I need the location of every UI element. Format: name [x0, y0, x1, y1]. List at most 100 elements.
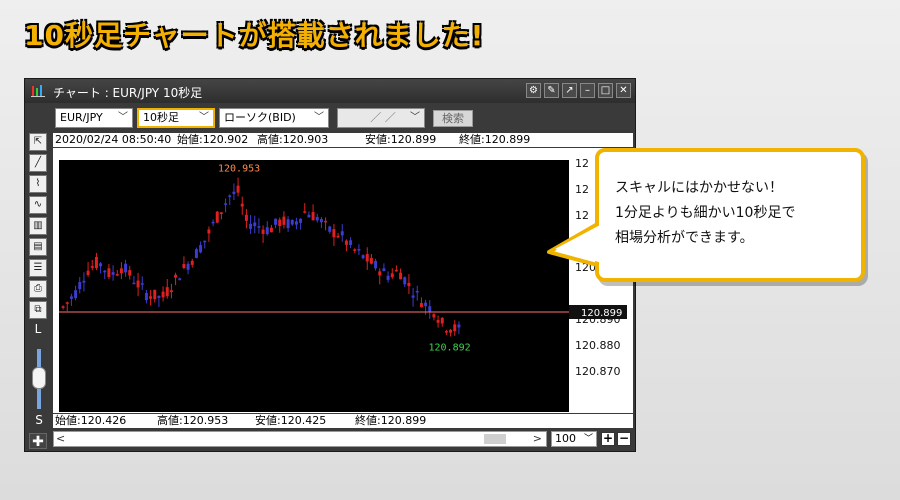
search-button[interactable]: 検索 [433, 110, 473, 127]
candle-body [269, 227, 273, 233]
candle-body [178, 278, 182, 281]
candle-body [332, 229, 336, 238]
candle-body [149, 296, 153, 299]
candle-body [415, 290, 419, 293]
candle-body [386, 275, 390, 280]
candle-body [199, 245, 203, 253]
candle-body [299, 218, 303, 223]
scroll-right-icon[interactable]: > [533, 432, 542, 446]
candle-body [311, 212, 315, 221]
chart-type-select[interactable]: ローソク(BID) ﹀ [219, 108, 329, 128]
title-bar[interactable]: チャート : EUR/JPY 10秒足 ⚙ ✎ ↗ – □ ✕ [25, 79, 635, 103]
zoom-in-button[interactable]: + [601, 432, 615, 446]
gear-icon[interactable]: ⚙ [526, 83, 541, 98]
candle-body [144, 292, 148, 301]
candle-body [436, 320, 440, 323]
candle-body [257, 226, 261, 228]
candle-body [111, 272, 115, 275]
candle-body [136, 280, 140, 288]
zoom-select[interactable]: 100 ﹀ [551, 431, 597, 447]
palette-icon[interactable]: ✎ [544, 83, 559, 98]
zoom-slider[interactable] [32, 349, 46, 409]
candle-body [336, 235, 340, 238]
timeframe-select[interactable]: 10秒足 ﹀ [137, 108, 215, 128]
candle-body [307, 214, 311, 218]
info-datetime: 2020/02/24 08:50:40 [55, 133, 172, 146]
candle-body [286, 219, 290, 229]
oscillator-icon[interactable]: ∿ [29, 196, 47, 214]
candle-body [169, 290, 173, 293]
ohlc-info-bottom: 始値:120.426 高値:120.953 安値:120.425 終値:120.… [53, 414, 633, 428]
candle-body [86, 270, 90, 276]
candle-body [211, 221, 215, 224]
candle-body [244, 214, 248, 221]
list-icon[interactable]: ☰ [29, 259, 47, 277]
currency-pair-select[interactable]: EUR/JPY ﹀ [55, 108, 133, 128]
candle-body [324, 220, 328, 223]
candle-body [174, 274, 178, 278]
timeframe-value: 10秒足 [143, 111, 179, 124]
callout-line-3: 相場分析ができます。 [615, 230, 754, 246]
candle-body [224, 203, 228, 205]
candle-body [161, 291, 165, 298]
candle-body [274, 218, 278, 225]
ohlc-info-top: 2020/02/24 08:50:40 始値:120.902 高値:120.90… [53, 133, 633, 147]
scroll-left-icon[interactable]: < [56, 432, 65, 446]
close-icon[interactable]: ✕ [616, 83, 631, 98]
chevron-down-icon: ﹀ [314, 112, 324, 123]
candle-body [115, 274, 119, 276]
indicator-icon[interactable]: ⌇ [29, 175, 47, 193]
candle-body [319, 219, 323, 223]
candle-body [219, 212, 223, 214]
table-icon[interactable]: ▤ [29, 238, 47, 256]
candle-body [228, 195, 232, 197]
callout-bubble: スキャルにはかかせない！ 1分足よりも細かい10秒足で 相場分析ができます。 [545, 148, 875, 288]
restore-icon[interactable]: □ [598, 83, 613, 98]
zoom-small-label: S [35, 413, 43, 427]
candle-body [282, 216, 286, 225]
candle-body [253, 222, 257, 227]
callout-line-2: 1分足よりも細かい10秒足で [615, 205, 796, 221]
callout-line-1: スキャルにはかかせない！ [615, 180, 783, 196]
candle-body [103, 270, 107, 273]
candle-body [453, 324, 457, 332]
chevron-down-icon: ﹀ [583, 434, 593, 444]
callout-pointer-cover [555, 224, 602, 263]
candle-body [186, 263, 190, 270]
chart-toolbar: EUR/JPY ﹀ 10秒足 ﹀ ローソク(BID) ﹀ ／ ／ ﹀ 検索 [25, 105, 635, 131]
candle-body [303, 211, 307, 213]
candle-body [140, 283, 144, 285]
scroll-thumb[interactable] [484, 434, 506, 444]
y-tick-label: 120.880 [575, 339, 621, 352]
horizontal-scrollbar[interactable]: < > [53, 431, 547, 447]
candle-body [203, 240, 207, 243]
summary-open: 始値:120.426 [55, 414, 127, 427]
candle-body [457, 324, 461, 328]
candle-body [328, 226, 332, 232]
candle-body [290, 219, 294, 225]
candle-body [215, 211, 219, 223]
zoom-large-label: L [34, 322, 42, 336]
bar-type-icon[interactable]: ▥ [29, 217, 47, 235]
pin-icon[interactable]: ↗ [562, 83, 577, 98]
zoom-slider-knob[interactable] [32, 367, 46, 389]
line-draw-icon[interactable]: ╱ [29, 154, 47, 172]
copy-icon[interactable]: ⧉ [29, 301, 47, 319]
y-tick-label: 120.870 [575, 365, 621, 378]
zoom-out-button[interactable]: − [617, 432, 631, 446]
candle-body [394, 269, 398, 272]
minimize-icon[interactable]: – [580, 83, 595, 98]
candle-body [165, 287, 169, 297]
date-select[interactable]: ／ ／ ﹀ [337, 108, 425, 128]
info-high: 高値:120.903 [257, 133, 329, 146]
candle-body [69, 296, 73, 299]
candle-body [440, 317, 444, 324]
candle-body [407, 282, 411, 287]
move-icon[interactable]: ✚ [29, 433, 47, 450]
chevron-down-icon: ﹀ [199, 112, 209, 123]
candle-body [315, 216, 319, 221]
print-icon[interactable]: ⎙ [29, 280, 47, 298]
candle-body [399, 272, 403, 280]
cursor-icon[interactable]: ⇱ [29, 133, 47, 151]
chart-app-icon [31, 85, 45, 97]
